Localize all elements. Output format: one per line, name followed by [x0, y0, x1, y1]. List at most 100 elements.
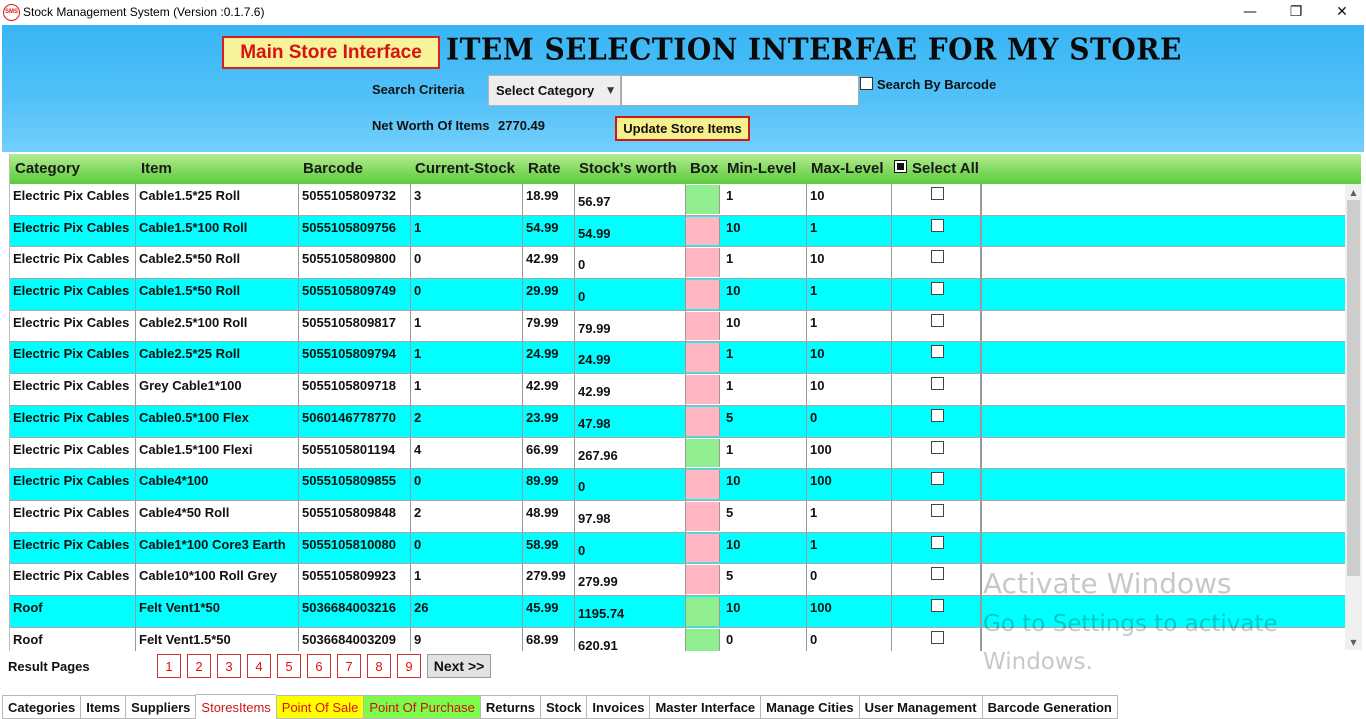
cell-min-level[interactable]: 1 [723, 342, 807, 374]
update-store-items-button[interactable]: Update Store Items [615, 116, 750, 141]
cell-current-stock[interactable]: 4 [411, 437, 523, 469]
column-header-current-stock[interactable]: Current-Stock [415, 160, 515, 177]
row-select-checkbox[interactable] [931, 535, 944, 549]
cell-item[interactable]: Cable1*100 Core3 Earth [136, 532, 299, 564]
cell-current-stock[interactable]: 1 [411, 215, 523, 247]
table-row[interactable]: Electric Pix Cables Cable1.5*25 Roll 50551… [10, 184, 1346, 216]
cell-rate[interactable]: 18.99 [523, 184, 575, 215]
cell-category[interactable]: Electric Pix Cables [10, 374, 136, 405]
table-row[interactable]: Roof Felt Vent1*50 5036684003216 26 45.99 119… [10, 595, 1346, 628]
cell-stocks-worth[interactable]: 97.98 [575, 500, 686, 532]
cell-current-stock[interactable]: 3 [411, 184, 523, 215]
cell-rate[interactable]: 42.99 [523, 247, 575, 279]
table-row[interactable]: Electric Pix Cables Cable1.5*100 Roll 5055… [10, 215, 1346, 248]
cell-min-level[interactable]: 5 [723, 564, 807, 595]
cell-max-level[interactable]: 10 [807, 342, 892, 374]
row-select-checkbox[interactable] [931, 187, 944, 200]
cell-category[interactable]: Electric Pix Cables [10, 279, 136, 310]
tab-user-management[interactable]: User Management [858, 695, 982, 719]
page-button[interactable]: 3 [217, 654, 241, 678]
cell-item[interactable]: Cable1.5*50 Roll [136, 279, 299, 310]
cell-item[interactable]: Cable4*100 [136, 469, 299, 500]
cell-stocks-worth[interactable]: 56.97 [575, 184, 686, 215]
cell-rate[interactable]: 66.99 [523, 437, 575, 469]
cell-max-level[interactable]: 1 [807, 215, 892, 247]
scroll-up-icon[interactable]: ▲ [1345, 184, 1362, 200]
cell-barcode[interactable]: 5055105809794 [299, 342, 411, 374]
row-select-checkbox[interactable] [931, 472, 944, 486]
cell-min-level[interactable]: 1 [723, 247, 807, 279]
cell-current-stock[interactable]: 2 [411, 500, 523, 532]
cell-item[interactable]: Grey Cable1*100 [136, 374, 299, 405]
tab-master-interface[interactable]: Master Interface [649, 695, 761, 719]
cell-max-level[interactable]: 100 [807, 437, 892, 469]
scrollbar-thumb[interactable] [1347, 200, 1360, 576]
minimize-icon[interactable]: — [1227, 0, 1273, 24]
cell-max-level[interactable]: 0 [807, 564, 892, 595]
tab-storesitems[interactable]: StoresItems [195, 694, 276, 719]
tab-manage-cities[interactable]: Manage Cities [760, 695, 859, 719]
cell-rate[interactable]: 58.99 [523, 532, 575, 564]
table-row[interactable]: Electric Pix Cables Cable10*100 Roll Grey… [10, 564, 1346, 596]
column-header-stocks-worth[interactable]: Stock's worth [579, 160, 677, 177]
cell-min-level[interactable]: 10 [723, 532, 807, 564]
cell-rate[interactable]: 89.99 [523, 469, 575, 500]
table-row[interactable]: Electric Pix Cables Grey Cable1*100 505510… [10, 374, 1346, 406]
tab-barcode-generation[interactable]: Barcode Generation [981, 695, 1118, 719]
column-header-category[interactable]: Category [15, 160, 80, 177]
cell-max-level[interactable]: 1 [807, 279, 892, 310]
cell-current-stock[interactable]: 1 [411, 310, 523, 342]
table-row[interactable]: Electric Pix Cables Cable1.5*50 Roll 50551… [10, 279, 1346, 311]
cell-current-stock[interactable]: 26 [411, 595, 523, 627]
cell-rate[interactable]: 45.99 [523, 595, 575, 627]
column-header-max-level[interactable]: Max-Level [811, 160, 884, 177]
scroll-down-icon[interactable]: ▼ [1345, 634, 1362, 650]
cell-category[interactable]: Electric Pix Cables [10, 469, 136, 500]
cell-max-level[interactable]: 10 [807, 184, 892, 215]
cell-item[interactable]: Cable0.5*100 Flex [136, 405, 299, 437]
cell-category[interactable]: Electric Pix Cables [10, 247, 136, 279]
cell-max-level[interactable]: 100 [807, 595, 892, 627]
cell-category[interactable]: Electric Pix Cables [10, 310, 136, 342]
tab-suppliers[interactable]: Suppliers [125, 695, 196, 719]
cell-barcode[interactable]: 5055105809756 [299, 215, 411, 247]
page-button[interactable]: 4 [247, 654, 271, 678]
table-row[interactable]: Electric Pix Cables Cable4*100 50551058098… [10, 469, 1346, 501]
cell-current-stock[interactable]: 9 [411, 627, 523, 651]
cell-max-level[interactable]: 10 [807, 374, 892, 405]
cell-stocks-worth[interactable]: 0 [575, 469, 686, 500]
cell-item[interactable]: Cable2.5*100 Roll [136, 310, 299, 342]
cell-current-stock[interactable]: 1 [411, 342, 523, 374]
cell-max-level[interactable]: 1 [807, 532, 892, 564]
cell-item[interactable]: Cable10*100 Roll Grey [136, 564, 299, 595]
cell-stocks-worth[interactable]: 42.99 [575, 374, 686, 405]
select-all-checkbox[interactable] [894, 160, 907, 173]
table-row[interactable]: Roof Felt Vent1.5*50 5036684003209 9 68.99 62… [10, 627, 1346, 651]
cell-item[interactable]: Cable1.5*25 Roll [136, 184, 299, 215]
cell-stocks-worth[interactable]: 47.98 [575, 405, 686, 437]
cell-current-stock[interactable]: 0 [411, 279, 523, 310]
category-select[interactable]: Select Category ▼ [488, 75, 621, 106]
page-button[interactable]: 1 [157, 654, 181, 678]
row-select-checkbox[interactable] [931, 598, 944, 612]
cell-min-level[interactable]: 1 [723, 374, 807, 405]
cell-rate[interactable]: 24.99 [523, 342, 575, 374]
cell-max-level[interactable]: 0 [807, 405, 892, 437]
cell-barcode[interactable]: 5055105809848 [299, 500, 411, 532]
table-row[interactable]: Electric Pix Cables Cable4*50 Roll 5055105… [10, 500, 1346, 533]
cell-current-stock[interactable]: 0 [411, 469, 523, 500]
cell-stocks-worth[interactable]: 620.91 [575, 627, 686, 651]
cell-max-level[interactable]: 0 [807, 627, 892, 651]
cell-item[interactable]: Cable4*50 Roll [136, 500, 299, 532]
cell-min-level[interactable]: 10 [723, 469, 807, 500]
row-select-checkbox[interactable] [931, 377, 944, 391]
cell-item[interactable]: Felt Vent1*50 [136, 595, 299, 627]
table-row[interactable]: Electric Pix Cables Cable0.5*100 Flex 5060… [10, 405, 1346, 438]
cell-barcode[interactable]: 5036684003209 [299, 627, 411, 651]
tab-point-of-sale[interactable]: Point Of Sale [275, 695, 364, 719]
tab-returns[interactable]: Returns [479, 695, 541, 719]
cell-rate[interactable]: 48.99 [523, 500, 575, 532]
cell-max-level[interactable]: 1 [807, 310, 892, 342]
cell-min-level[interactable]: 0 [723, 627, 807, 651]
row-select-checkbox[interactable] [931, 630, 944, 644]
